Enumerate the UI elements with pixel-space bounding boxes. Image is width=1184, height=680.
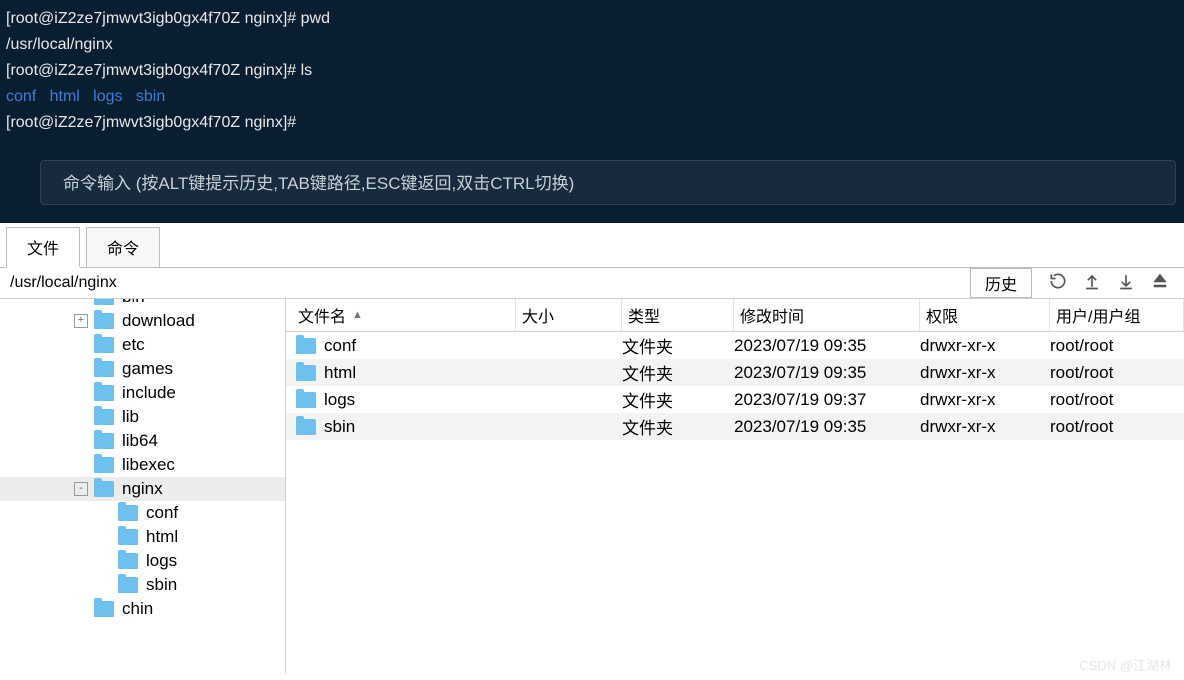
terminal-output: /usr/local/nginx [6, 32, 1182, 58]
file-user: root/root [1050, 417, 1184, 437]
folder-icon [118, 553, 138, 569]
file-name: sbin [324, 417, 355, 437]
tab-command[interactable]: 命令 [86, 227, 160, 268]
tree-item-label: include [122, 383, 176, 403]
tree-item-label: libexec [122, 455, 175, 475]
folder-icon [296, 365, 316, 381]
tree-item-include[interactable]: include [0, 381, 285, 405]
file-name: conf [324, 336, 356, 356]
prompt: [root@iZ2ze7jmwvt3igb0gx4f70Z nginx]# [6, 10, 301, 27]
tab-bar: 文件 命令 [0, 227, 1184, 268]
file-perm: drwxr-xr-x [920, 390, 1050, 410]
folder-icon [94, 409, 114, 425]
tree-item-label: lib64 [122, 431, 158, 451]
folder-tree[interactable]: bin + download etc games include lib lib64 libex… [0, 299, 286, 673]
tree-item-lib64[interactable]: lib64 [0, 429, 285, 453]
tree-item-label: games [122, 359, 173, 379]
tree-item-download[interactable]: + download [0, 309, 285, 333]
file-list-header[interactable]: 文件名▲ 大小 类型 修改时间 权限 用户/用户组 [286, 299, 1184, 332]
folder-icon [94, 601, 114, 617]
file-user: root/root [1050, 336, 1184, 356]
file-type: 文件夹 [622, 360, 734, 385]
tree-item-label: logs [146, 551, 177, 571]
tree-item-label: etc [122, 335, 145, 355]
folder-icon [118, 505, 138, 521]
folder-icon [94, 385, 114, 401]
file-name: html [324, 363, 356, 383]
watermark: CSDN @江湖林 [1079, 655, 1172, 674]
folder-icon [94, 361, 114, 377]
tree-item-label: sbin [146, 575, 177, 595]
tab-file[interactable]: 文件 [6, 227, 80, 268]
tree-item-label: nginx [122, 479, 163, 499]
folder-icon [296, 419, 316, 435]
sort-asc-icon: ▲ [352, 309, 363, 321]
tree-item-logs[interactable]: logs [0, 549, 285, 573]
folder-icon [94, 457, 114, 473]
path-toolbar: /usr/local/nginx 历史 [0, 268, 1184, 299]
file-perm: drwxr-xr-x [920, 363, 1050, 383]
file-row[interactable]: sbin 文件夹2023/07/19 09:35drwxr-xr-xroot/ro… [286, 413, 1184, 440]
tree-item-nginx[interactable]: - nginx [0, 477, 285, 501]
file-type: 文件夹 [622, 387, 734, 412]
file-name: logs [324, 390, 355, 410]
tree-item-label: lib [122, 407, 139, 427]
folder-icon [94, 481, 114, 497]
file-list[interactable]: 文件名▲ 大小 类型 修改时间 权限 用户/用户组 conf文件夹2023/07… [286, 299, 1184, 673]
tree-item-libexec[interactable]: libexec [0, 453, 285, 477]
tree-item-conf[interactable]: conf [0, 501, 285, 525]
file-user: root/root [1050, 390, 1184, 410]
file-date: 2023/07/19 09:35 [734, 336, 920, 356]
prompt: [root@iZ2ze7jmwvt3igb0gx4f70Z nginx]# [6, 62, 301, 79]
folder-icon [118, 577, 138, 593]
file-row[interactable]: logs 文件夹2023/07/19 09:37drwxr-xr-xroot/ro… [286, 386, 1184, 413]
history-button[interactable]: 历史 [970, 268, 1032, 298]
expand-icon[interactable]: + [74, 314, 88, 328]
file-row[interactable]: conf 文件夹2023/07/19 09:35drwxr-xr-xroot/ro… [286, 332, 1184, 359]
eject-icon[interactable] [1150, 271, 1170, 296]
file-type: 文件夹 [622, 414, 734, 439]
tree-item-lib[interactable]: lib [0, 405, 285, 429]
file-date: 2023/07/19 09:35 [734, 363, 920, 383]
download-icon[interactable] [1116, 271, 1136, 296]
folder-icon [94, 313, 114, 329]
terminal[interactable]: [root@iZ2ze7jmwvt3igb0gx4f70Z nginx]# pw… [0, 0, 1184, 142]
folder-icon [118, 529, 138, 545]
current-path[interactable]: /usr/local/nginx [0, 270, 970, 296]
file-type: 文件夹 [622, 333, 734, 358]
tree-item-etc[interactable]: etc [0, 333, 285, 357]
collapse-icon[interactable]: - [74, 482, 88, 496]
file-perm: drwxr-xr-x [920, 336, 1050, 356]
tree-item-html[interactable]: html [0, 525, 285, 549]
tree-item-chin[interactable]: chin [0, 597, 285, 621]
file-user: root/root [1050, 363, 1184, 383]
tree-item-label: bin [122, 299, 145, 307]
folder-icon [296, 392, 316, 408]
file-row[interactable]: html 文件夹2023/07/19 09:35drwxr-xr-xroot/ro… [286, 359, 1184, 386]
prompt: [root@iZ2ze7jmwvt3igb0gx4f70Z nginx]# [6, 114, 296, 131]
file-date: 2023/07/19 09:37 [734, 390, 920, 410]
cmd: pwd [301, 10, 330, 27]
terminal-output-dirs: conf html logs sbin [6, 84, 1182, 110]
refresh-icon[interactable] [1048, 271, 1068, 296]
cmd: ls [301, 62, 313, 79]
tree-item-label: conf [146, 503, 178, 523]
file-date: 2023/07/19 09:35 [734, 417, 920, 437]
folder-icon [296, 338, 316, 354]
upload-icon[interactable] [1082, 271, 1102, 296]
tree-item-sbin[interactable]: sbin [0, 573, 285, 597]
command-hint-input[interactable]: 命令输入 (按ALT键提示历史,TAB键路径,ESC键返回,双击CTRL切换) [40, 160, 1176, 205]
tree-item-bin[interactable]: bin [0, 299, 285, 309]
command-hint-bar: 命令输入 (按ALT键提示历史,TAB键路径,ESC键返回,双击CTRL切换) [0, 142, 1184, 223]
tree-item-label: html [146, 527, 178, 547]
file-perm: drwxr-xr-x [920, 417, 1050, 437]
tree-item-games[interactable]: games [0, 357, 285, 381]
tree-item-label: download [122, 311, 195, 331]
folder-icon [94, 433, 114, 449]
tree-item-label: chin [122, 599, 153, 619]
folder-icon [94, 299, 114, 305]
folder-icon [94, 337, 114, 353]
